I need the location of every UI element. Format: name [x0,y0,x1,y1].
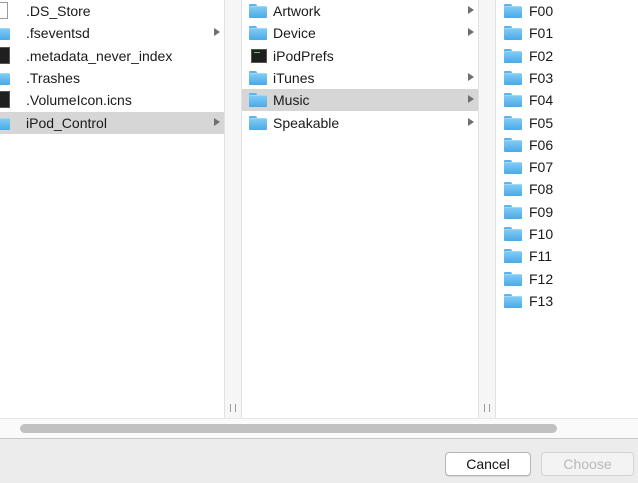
folder-icon [504,158,522,176]
folder-icon [504,136,522,154]
file-list-item[interactable]: F02 [496,45,638,67]
resize-grip-icon [484,404,490,412]
file-list-item[interactable]: F06 [496,134,638,156]
horizontal-scrollbar[interactable] [0,418,638,438]
folder-icon [249,91,267,109]
folder-icon [504,91,522,109]
file-name-label: F06 [529,136,554,153]
column-browser: .DS_Store .fseventsd .metadata_never_index… [0,0,638,439]
folder-icon [504,292,522,310]
file-name-label: F11 [529,248,553,265]
file-name-label: iPodPrefs [273,47,334,64]
file-list-item[interactable]: F13 [496,290,638,312]
black-file-icon [0,46,20,65]
folder-icon [0,114,20,132]
disclosure-arrow-icon [468,6,474,14]
disclosure-arrow-icon [214,28,220,37]
file-list-item[interactable]: F03 [496,67,638,89]
disclosure-arrow-icon [468,72,474,81]
file-name-label: F03 [529,69,554,86]
file-name-label: Speakable [273,114,340,131]
folder-icon [0,69,20,87]
file-name-label: .metadata_never_index [26,47,173,64]
folder-icon [504,225,522,243]
folder-icon [504,2,522,20]
file-name-label: F13 [529,292,554,309]
file-name-label: F02 [529,47,554,64]
file-list-item[interactable]: F08 [496,178,638,200]
file-name-label: F08 [529,181,554,198]
file-name-label: Device [273,25,316,42]
file-list-item[interactable]: .Trashes [0,67,224,89]
folder-icon [249,114,267,132]
file-list-item[interactable]: F04 [496,89,638,111]
file-list-item[interactable]: F07 [496,156,638,178]
file-list-item[interactable]: iPodPrefs [242,45,478,67]
resize-grip-icon [230,404,236,412]
file-list-item[interactable]: F01 [496,22,638,44]
column-music[interactable]: F00 F01 F02 F03 F04 F05 F06 F07 F08 F09 F10 F11 F12 F… [496,0,638,418]
file-list-item[interactable]: .DS_Store [0,0,224,22]
file-name-label: iTunes [273,69,315,86]
disclosure-arrow-icon [468,95,474,104]
file-name-label: Artwork [273,3,321,19]
disclosure-arrow-icon [214,117,220,126]
file-list-item[interactable]: Artwork [242,0,478,22]
file-name-label: F09 [529,203,554,220]
folder-icon [504,247,522,265]
disclosure-arrow-icon [468,28,474,37]
file-list-item[interactable]: iTunes [242,67,478,89]
folder-icon [504,114,522,132]
file-list-item[interactable]: F11 [496,245,638,267]
file-list-item[interactable]: F10 [496,223,638,245]
file-list-item[interactable]: Device [242,22,478,44]
file-name-label: F04 [529,92,554,109]
file-list-item[interactable]: Speakable [242,112,478,134]
folder-icon [504,180,522,198]
folder-icon [504,47,522,65]
file-list-item[interactable]: .VolumeIcon.icns [0,89,224,111]
file-name-label: F05 [529,114,554,131]
file-list-item[interactable]: iPod_Control [0,111,224,134]
file-name-label: .DS_Store [26,3,91,19]
file-list-item[interactable]: F00 [496,0,638,22]
file-name-label: iPod_Control [26,114,107,131]
folder-icon [504,203,522,221]
file-name-label: .Trashes [26,69,80,86]
file-list-item[interactable]: .metadata_never_index [0,45,224,67]
file-name-label: F10 [529,226,554,242]
folder-icon [249,24,267,42]
file-list-item[interactable]: F12 [496,268,638,290]
file-list-item[interactable]: Music [242,89,478,112]
disclosure-arrow-icon [468,117,474,126]
choose-button[interactable]: Choose [541,452,634,476]
file-name-label: .VolumeIcon.icns [26,92,132,109]
cancel-button[interactable]: Cancel [445,452,531,476]
column-resize-handle[interactable] [478,0,496,418]
folder-icon [504,270,522,288]
file-name-label: Music [273,92,310,109]
folder-icon [249,2,267,20]
file-list-item[interactable]: .fseventsd [0,22,224,44]
file-list-item[interactable]: F05 [496,112,638,134]
folder-icon [249,69,267,87]
file-name-label: F00 [529,3,554,19]
horizontal-scrollbar-thumb[interactable] [20,424,557,433]
folder-icon [504,69,522,87]
column-ipod-control[interactable]: Artwork Device iPodPrefs iTunes Music Speakab… [242,0,478,418]
black-file-icon [0,91,20,109]
file-name-label: .fseventsd [26,25,90,42]
column-resize-handle[interactable] [224,0,242,418]
file-name-label: F12 [529,270,554,287]
file-list-item[interactable]: F09 [496,201,638,223]
file-name-label: F07 [529,159,554,176]
folder-icon [504,24,522,42]
document-icon [0,2,20,20]
column-volume-root[interactable]: .DS_Store .fseventsd .metadata_never_index… [0,0,224,418]
terminal-file-icon [249,47,267,65]
file-name-label: F01 [529,25,554,42]
folder-icon [0,24,20,42]
